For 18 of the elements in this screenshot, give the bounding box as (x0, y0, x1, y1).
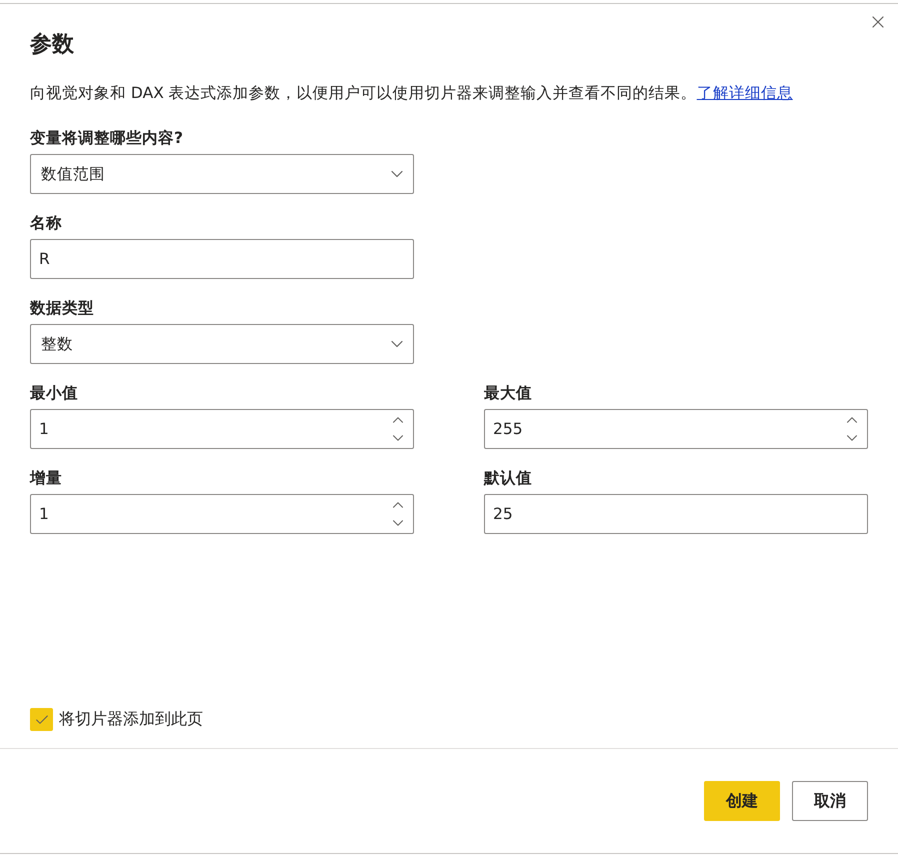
field-label: 数据类型 (30, 298, 95, 318)
checkbox[interactable] (30, 708, 53, 731)
create-button[interactable]: 创建 (704, 781, 780, 821)
checkbox-label: 将切片器添加到此页 (59, 709, 203, 730)
dropdown[interactable]: 数值范围 (30, 154, 414, 194)
field-label: 默认值 (484, 468, 533, 488)
dialog-title: 参数 (30, 31, 75, 59)
field-label: 变量将调整哪些内容? (30, 128, 184, 148)
description: 向视觉对象和 DAX 表达式添加参数，以便用户可以使用切片器来调整输入并查看不同的结果。了解详细信息 (30, 83, 794, 104)
cancel-button[interactable]: 取消 (792, 781, 868, 821)
input-field[interactable]: R (30, 239, 414, 279)
input-field[interactable]: 25 (484, 494, 868, 534)
dropdown[interactable]: 整数 (30, 324, 414, 364)
field-label: 名称 (30, 213, 63, 233)
learn-more-link[interactable]: 了解详细信息 (696, 84, 793, 102)
field-label: 最小值 (30, 383, 79, 403)
field-label: 最大值 (484, 383, 533, 403)
field-label: 增量 (30, 468, 63, 488)
